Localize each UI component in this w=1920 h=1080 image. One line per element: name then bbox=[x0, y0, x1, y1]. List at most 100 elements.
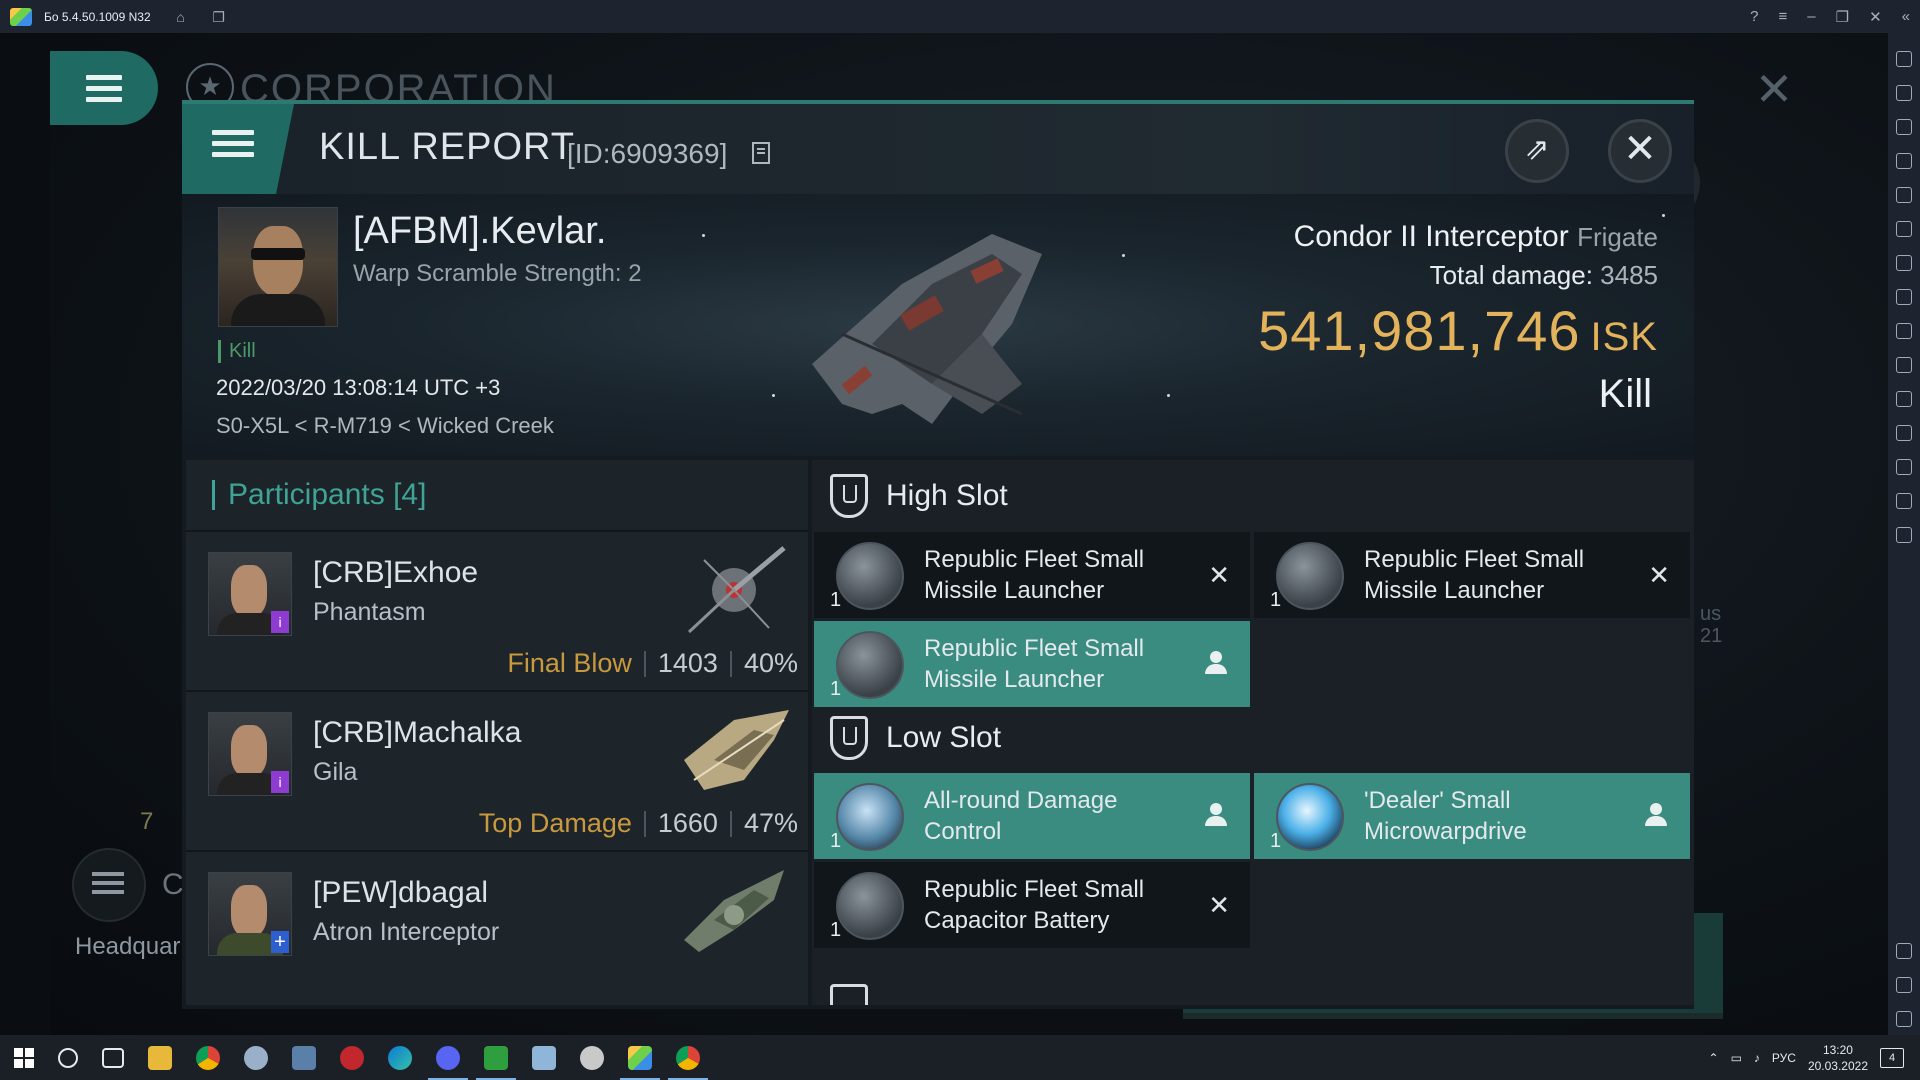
module-item[interactable]: 1 Republic Fleet Small Missile Launcher … bbox=[1254, 532, 1690, 618]
module-item[interactable]: 1 Republic Fleet Small Missile Launcher bbox=[814, 621, 1250, 707]
file-explorer-icon[interactable] bbox=[148, 1045, 172, 1070]
module-item[interactable]: 1 Republic Fleet Small Capacitor Battery… bbox=[814, 862, 1250, 948]
emulator-title: Бо 5.4.50.1009 N32 bbox=[44, 9, 151, 24]
location-icon[interactable] bbox=[1896, 459, 1912, 475]
close-window-icon[interactable]: ✕ bbox=[1869, 8, 1882, 26]
help-icon[interactable]: ? bbox=[1750, 8, 1758, 25]
missile-launcher-icon bbox=[836, 631, 904, 699]
victim-ship-line: Condor II Interceptor Frigate bbox=[1294, 220, 1658, 254]
security-badge-icon: + bbox=[271, 931, 289, 953]
eve-launcher-icon[interactable] bbox=[244, 1045, 268, 1070]
victim-ship-name[interactable]: Condor II Interceptor bbox=[1294, 220, 1569, 253]
kill-report-menu-button[interactable] bbox=[182, 104, 294, 194]
keyboard-icon[interactable] bbox=[1896, 153, 1912, 169]
eco-mode-icon[interactable] bbox=[1896, 425, 1912, 441]
app-red-icon[interactable] bbox=[340, 1045, 364, 1070]
chrome-profile-icon[interactable] bbox=[668, 1045, 708, 1080]
star-dot bbox=[772, 394, 775, 397]
module-item[interactable]: 1 'Dealer' Small Microwarpdrive bbox=[1254, 773, 1690, 859]
app-blue-icon[interactable] bbox=[532, 1045, 556, 1070]
star-dot bbox=[1122, 254, 1125, 257]
folder-icon[interactable] bbox=[1896, 357, 1912, 373]
sync-icon[interactable] bbox=[1896, 221, 1912, 237]
windows-taskbar: ⌃ ▭ ♪ РУС 13:20 20.03.2022 4 bbox=[0, 1035, 1920, 1080]
bluestacks-icon[interactable] bbox=[620, 1045, 660, 1080]
participant-ship: Phantasm bbox=[313, 598, 426, 626]
background-close-icon[interactable]: ✕ bbox=[1752, 66, 1796, 113]
participant-ship: Atron Interceptor bbox=[313, 918, 500, 946]
mid-slot-icon bbox=[830, 984, 868, 1005]
collapse-sidebar-icon[interactable]: « bbox=[1902, 8, 1910, 25]
participants-header: Participants [4] bbox=[186, 460, 808, 530]
calculator-icon[interactable] bbox=[292, 1045, 316, 1070]
close-button[interactable]: ✕ bbox=[1608, 119, 1672, 183]
menu-icon[interactable]: ≡ bbox=[1779, 8, 1788, 25]
kill-report-title: KILL REPORT bbox=[319, 126, 575, 168]
participant-avatar[interactable]: + bbox=[208, 872, 292, 956]
copy-icon[interactable] bbox=[1896, 391, 1912, 407]
victim-ship-image[interactable] bbox=[782, 214, 1082, 434]
kill-report-dialog: KILL REPORT [ID:6909369] ⇗ ✕ [AFBM].Kevl… bbox=[182, 100, 1694, 1009]
emulator-titlebar: Бо 5.4.50.1009 N32 ⌂ ❐ ? ≡ – ❐ ✕ « bbox=[0, 0, 1920, 33]
participant-row[interactable]: i [CRB]Machalka Gila Top Damage 1660 47% bbox=[186, 690, 808, 850]
back-icon[interactable] bbox=[1896, 977, 1912, 993]
participants-panel: Participants [4] i [CRB]Exhoe Phantasm F… bbox=[186, 460, 808, 1005]
app-green-icon[interactable] bbox=[476, 1045, 516, 1080]
participant-avatar[interactable]: i bbox=[208, 552, 292, 636]
android-home-icon[interactable] bbox=[1896, 1011, 1912, 1027]
chrome-icon[interactable] bbox=[196, 1045, 220, 1070]
headquarters-label[interactable]: Headquar bbox=[75, 933, 180, 961]
multi-instance-icon[interactable]: ❐ bbox=[211, 9, 227, 25]
kill-location[interactable]: S0-X5L < R-M719 < Wicked Creek bbox=[216, 413, 554, 439]
record-icon[interactable] bbox=[1896, 289, 1912, 305]
security-badge-icon: i bbox=[271, 611, 289, 633]
participant-name: [PEW]dbagal bbox=[313, 876, 489, 909]
module-item[interactable]: 1 All-round Damage Control bbox=[814, 773, 1250, 859]
media-icon[interactable] bbox=[1896, 119, 1912, 135]
discord-icon[interactable] bbox=[428, 1045, 468, 1080]
windows-start-icon[interactable] bbox=[14, 1047, 34, 1068]
fullscreen-icon[interactable] bbox=[1896, 51, 1912, 67]
module-quantity: 1 bbox=[830, 678, 842, 700]
task-view-icon[interactable] bbox=[102, 1047, 124, 1068]
install-apk-icon[interactable] bbox=[1896, 255, 1912, 271]
participant-avatar[interactable]: i bbox=[208, 712, 292, 796]
edge-icon[interactable] bbox=[388, 1045, 412, 1070]
tray-overflow-icon[interactable]: ⌃ bbox=[1709, 1051, 1719, 1065]
share-button[interactable]: ⇗ bbox=[1505, 119, 1569, 183]
high-slot-icon bbox=[830, 474, 868, 518]
missile-launcher-icon bbox=[1276, 542, 1344, 610]
minimize-icon[interactable]: – bbox=[1807, 8, 1815, 25]
clock[interactable]: 13:20 20.03.2022 bbox=[1808, 1042, 1868, 1074]
victim-portrait[interactable] bbox=[218, 207, 338, 327]
main-menu-button[interactable] bbox=[50, 51, 158, 125]
search-icon[interactable] bbox=[58, 1047, 78, 1068]
notifications-icon[interactable]: 4 bbox=[1880, 1047, 1904, 1068]
capacitor-battery-icon bbox=[836, 872, 904, 940]
participant-row[interactable]: i [CRB]Exhoe Phantasm Final Blow 1403 40… bbox=[186, 530, 808, 690]
app-satellite-icon[interactable] bbox=[580, 1045, 604, 1070]
avatar-face bbox=[231, 885, 267, 937]
module-item[interactable]: 1 Republic Fleet Small Missile Launcher … bbox=[814, 532, 1250, 618]
microwarpdrive-icon bbox=[1276, 783, 1344, 851]
restore-icon[interactable]: ❐ bbox=[1836, 8, 1849, 26]
kill-tag: Kill bbox=[218, 340, 256, 363]
kill-result: Kill bbox=[1598, 372, 1652, 416]
copy-id-icon[interactable] bbox=[752, 142, 770, 164]
background-menu-button[interactable] bbox=[72, 848, 146, 922]
volume-tray-icon[interactable]: ♪ bbox=[1754, 1051, 1760, 1065]
screenshot-icon[interactable] bbox=[1896, 323, 1912, 339]
rotate-icon[interactable] bbox=[1896, 187, 1912, 203]
portrait-glasses bbox=[251, 248, 305, 260]
accent-bar bbox=[212, 480, 215, 510]
module-quantity: 1 bbox=[1270, 589, 1282, 611]
macro-icon[interactable] bbox=[1896, 527, 1912, 543]
participant-row[interactable]: + [PEW]dbagal Atron Interceptor bbox=[186, 850, 808, 1005]
language-indicator[interactable]: РУС bbox=[1772, 1051, 1796, 1065]
network-icon[interactable]: ▭ bbox=[1731, 1051, 1742, 1065]
victim-name[interactable]: [AFBM].Kevlar. bbox=[353, 210, 606, 253]
settings-icon[interactable] bbox=[1896, 943, 1912, 959]
home-icon[interactable]: ⌂ bbox=[173, 9, 189, 25]
layers-icon[interactable] bbox=[1896, 493, 1912, 509]
volume-icon[interactable] bbox=[1896, 85, 1912, 101]
